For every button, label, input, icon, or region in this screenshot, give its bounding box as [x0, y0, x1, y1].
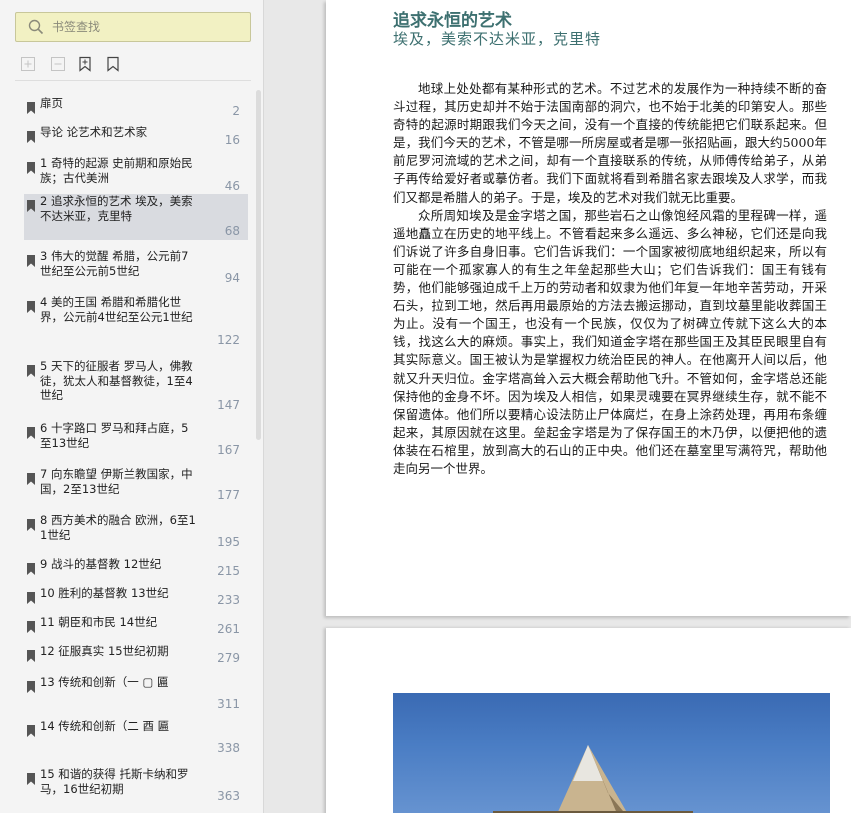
bookmark-item[interactable]: 10 胜利的基督教 13世纪 233: [24, 586, 248, 608]
bookmark-label: 7 向东瞻望 伊斯兰教国家，中国，2至13世纪: [40, 467, 193, 496]
bookmark-item[interactable]: 7 向东瞻望 伊斯兰教国家，中国，2至13世纪 177: [24, 467, 248, 502]
bookmark-item[interactable]: 11 朝臣和市民 14世纪 261: [24, 615, 248, 637]
bookmark-page-number: 147: [217, 398, 240, 412]
bookmark-item[interactable]: 5 天下的征服者 罗马人，佛教徒，犹太人和基督教徒，1至4世纪 147: [24, 359, 248, 413]
bookmark-icon: [27, 589, 35, 604]
search-icon: [28, 19, 44, 35]
bookmark-label: 15 和谐的获得 托斯卡纳和罗马，16世纪初期: [40, 767, 189, 796]
bookmark-page-number: 2: [232, 104, 240, 118]
bookmark-page-number: 261: [217, 622, 240, 636]
bookmark-item[interactable]: 6 十字路口 罗马和拜占庭，5至13世纪 167: [24, 421, 248, 457]
bookmark-item[interactable]: 导论 论艺术和艺术家 16: [24, 125, 248, 147]
bookmark-page-number: 177: [217, 488, 240, 502]
bookmark-page-number: 311: [217, 697, 240, 711]
document-view: 追求永恒的艺术 埃及，美索不达米亚，克里特 地球上处处都有某种形式的艺术。不过艺…: [264, 0, 851, 813]
bookmark-icon: [27, 647, 35, 662]
bookmark-label: 扉页: [40, 96, 63, 110]
bookmark-label: 10 胜利的基督教 13世纪: [40, 586, 169, 600]
bookmark-item[interactable]: 1 奇特的起源 史前期和原始民族；古代美洲 46: [24, 156, 248, 193]
bookmark-page-number: 279: [217, 651, 240, 665]
bookmark-icon: [27, 618, 35, 633]
chapter-body: 地球上处处都有某种形式的艺术。不过艺术的发展作为一种持续不断的奋斗过程，其历史却…: [393, 80, 827, 478]
bookmark-label: 4 美的王国 希腊和希腊化世界，公元前4世纪至公元1世纪: [40, 295, 193, 324]
sidebar-scrollbar[interactable]: [256, 90, 261, 440]
bookmark-icon: [27, 128, 35, 143]
add-bookmark-icon[interactable]: [78, 56, 94, 74]
collapse-all-icon[interactable]: [50, 56, 66, 74]
bookmark-label: 6 十字路口 罗马和拜占庭，5至13世纪: [40, 421, 189, 450]
expand-all-icon[interactable]: [20, 56, 36, 74]
bookmark-item[interactable]: 扉页 2: [24, 96, 248, 118]
bookmark-label: 11 朝臣和市民 14世纪: [40, 615, 158, 629]
bookmark-label: 导论 论艺术和艺术家: [40, 125, 148, 139]
bookmark-page-number: 338: [217, 741, 240, 755]
bookmark-icon: [27, 722, 35, 737]
bookmark-item[interactable]: 13 传统和创新（一 ▢ 匾 311: [24, 675, 248, 711]
bookmark-page-number: 46: [224, 179, 240, 193]
bookmark-label: 8 西方美术的融合 欧洲，6至11世纪: [40, 513, 196, 542]
bookmark-icon: [27, 516, 35, 531]
bookmark-item[interactable]: 4 美的王国 希腊和希腊化世界，公元前4世纪至公元1世纪 122: [24, 295, 248, 347]
bookmark-label: 3 伟大的觉醒 希腊，公元前7世纪至公元前5世纪: [40, 249, 189, 278]
document-page: [326, 628, 851, 813]
bookmark-icon: [27, 770, 35, 785]
bookmark-item[interactable]: 9 战斗的基督教 12世纪 215: [24, 557, 248, 579]
bookmark-item[interactable]: 8 西方美术的融合 欧洲，6至11世纪 195: [24, 513, 248, 549]
bookmark-icon: [27, 159, 35, 174]
paragraph: 地球上处处都有某种形式的艺术。不过艺术的发展作为一种持续不断的奋斗过程，其历史却…: [393, 81, 827, 205]
bookmark-page-number: 233: [217, 593, 240, 607]
bookmark-icon: [27, 560, 35, 575]
bookmark-label: 13 传统和创新（一 ▢ 匾: [40, 675, 169, 689]
bookmark-icon: [27, 197, 35, 212]
bookmark-label: 12 征服真实 15世纪初期: [40, 644, 169, 658]
paragraph: 众所周知埃及是金字塔之国，那些岩石之山像饱经风霜的里程碑一样，遥遥地矗立在历史的…: [393, 207, 827, 476]
bookmark-icon: [27, 298, 35, 313]
bookmark-item[interactable]: 14 传统和创新（二 ⾣ 匾 338: [24, 719, 248, 755]
bookmark-sidebar: 扉页2导论 论艺术和艺术家161 奇特的起源 史前期和原始民族；古代美洲462 …: [0, 0, 264, 813]
bookmark-label: 1 奇特的起源 史前期和原始民族；古代美洲: [40, 156, 193, 185]
bookmark-icon: [27, 99, 35, 114]
bookmark-item[interactable]: 12 征服真实 15世纪初期 279: [24, 644, 248, 666]
bookmark-search-box[interactable]: [15, 12, 251, 42]
bookmark-search-input[interactable]: [52, 17, 242, 37]
document-page: 追求永恒的艺术 埃及，美索不达米亚，克里特 地球上处处都有某种形式的艺术。不过艺…: [326, 0, 851, 616]
bookmark-item[interactable]: 3 伟大的觉醒 希腊，公元前7世纪至公元前5世纪 94: [24, 249, 248, 285]
bookmark-outline-icon[interactable]: [106, 56, 122, 74]
toolbar-divider: [15, 80, 251, 81]
bookmark-icon: [27, 424, 35, 439]
bookmark-page-number: 215: [217, 564, 240, 578]
bookmark-item[interactable]: 15 和谐的获得 托斯卡纳和罗马，16世纪初期 363: [24, 767, 248, 803]
bookmark-icon: [27, 252, 35, 267]
pyramid-photo: [393, 693, 830, 813]
bookmark-item[interactable]: 2 追求永恒的艺术 埃及，美索不达米亚，克里特 68: [24, 194, 248, 240]
bookmark-page-number: 363: [217, 789, 240, 803]
bookmark-label: 9 战斗的基督教 12世纪: [40, 557, 162, 571]
bookmark-page-number: 122: [217, 333, 240, 347]
bookmark-page-number: 195: [217, 535, 240, 549]
bookmark-page-number: 167: [217, 443, 240, 457]
bookmark-label: 2 追求永恒的艺术 埃及，美索不达米亚，克里特: [40, 194, 193, 223]
bookmark-page-number: 16: [224, 133, 240, 147]
bookmark-icon: [27, 470, 35, 485]
bookmark-label: 14 传统和创新（二 ⾣ 匾: [40, 719, 170, 733]
bookmark-page-number: 68: [224, 224, 240, 238]
chapter-subtitle: 埃及，美索不达米亚，克里特: [393, 30, 602, 48]
bookmark-page-number: 94: [224, 271, 240, 285]
bookmark-icon: [27, 678, 35, 693]
bookmark-icon: [27, 362, 35, 377]
bookmark-label: 5 天下的征服者 罗马人，佛教徒，犹太人和基督教徒，1至4世纪: [40, 359, 193, 402]
